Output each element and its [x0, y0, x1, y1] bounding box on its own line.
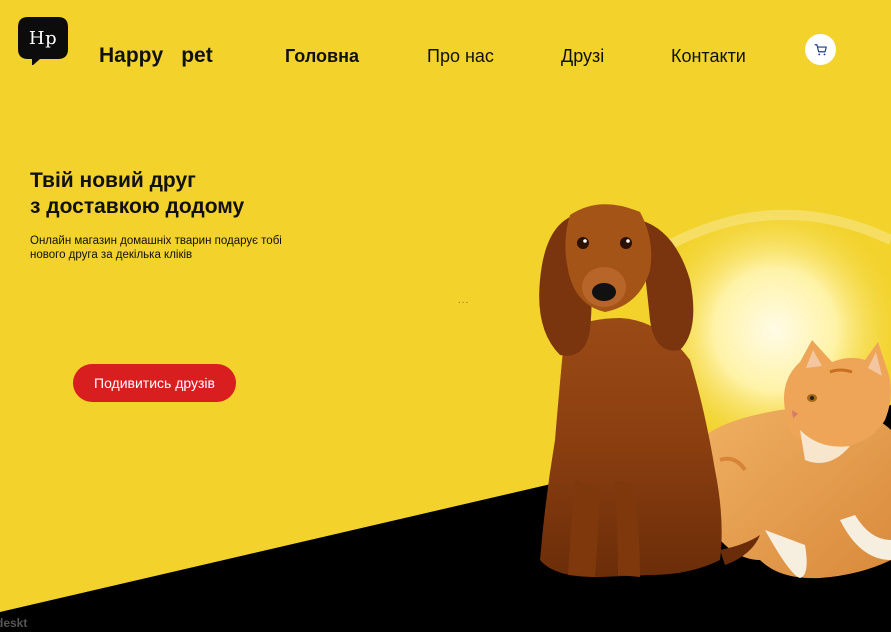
- logo-mark: Hp: [28, 27, 58, 49]
- hero-subtitle-line2: нового друга за декілька кліків: [30, 249, 193, 261]
- footer-tag: deskt: [0, 616, 28, 630]
- brand-name-part2: pet: [181, 44, 213, 67]
- hero-title-line2: з доставкою додому: [30, 195, 245, 218]
- nav-item-friends[interactable]: Друзі: [561, 46, 604, 67]
- hero-title: Твій новий друг з доставкою додому: [30, 168, 244, 220]
- cart-icon: [814, 43, 827, 55]
- brand-name-part1: Happy: [99, 44, 164, 67]
- ellipsis-marker: ...: [458, 295, 470, 306]
- nav-item-about[interactable]: Про нас: [427, 46, 494, 67]
- hero-title-line1: Твій новий друг: [30, 169, 196, 192]
- view-friends-button[interactable]: Подивитись друзів: [73, 364, 236, 402]
- cart-button[interactable]: [805, 34, 836, 65]
- nav-item-contacts[interactable]: Контакти: [671, 46, 746, 67]
- hero-illustration: [0, 195, 891, 632]
- nav-item-home[interactable]: Головна: [285, 46, 359, 67]
- brand-name[interactable]: Happy pet: [99, 44, 213, 68]
- hero-subtitle: Онлайн магазин домашніх тварин подарує т…: [30, 234, 320, 262]
- hero-subtitle-line1: Онлайн магазин домашніх тварин подарує т…: [30, 235, 282, 247]
